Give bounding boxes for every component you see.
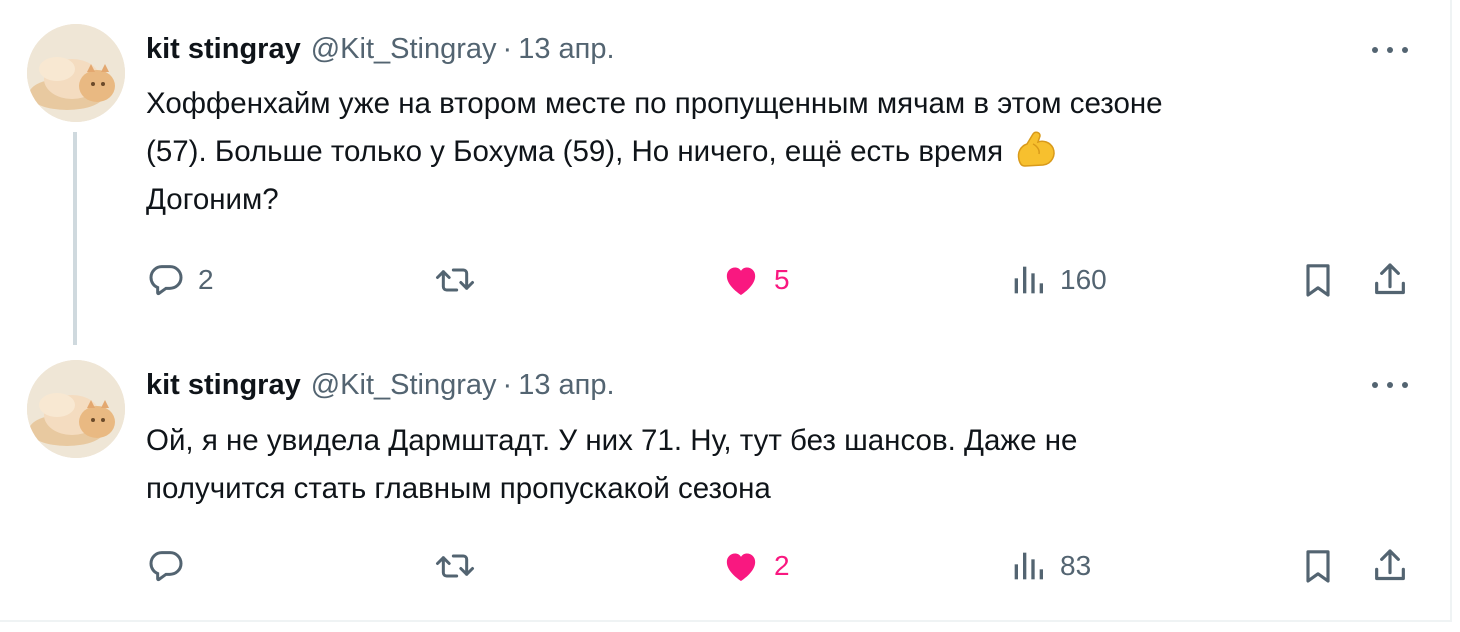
share-button[interactable] bbox=[1370, 541, 1410, 591]
bookmark-icon bbox=[1306, 550, 1330, 583]
bookmark-button[interactable] bbox=[1298, 541, 1338, 591]
tweet-actions: 2 83 bbox=[0, 541, 1452, 591]
more-dots-icon[interactable] bbox=[1372, 40, 1408, 60]
share-upload-icon bbox=[1375, 549, 1405, 581]
retweet-button[interactable] bbox=[432, 255, 490, 305]
author-handle[interactable]: @Kit_Stingray bbox=[311, 369, 497, 402]
retweet-arrows-icon bbox=[436, 554, 474, 578]
tweet-text-line: (57). Больше только у Бохума (59), Но ни… bbox=[146, 128, 1396, 176]
tweet-text: Хоффенхайм уже на втором месте по пропущ… bbox=[146, 80, 1396, 224]
like-count: 5 bbox=[774, 264, 790, 295]
tweet[interactable]: kit stingray @Kit_Stingray · 13 апр. Ой,… bbox=[0, 345, 1452, 621]
retweet-button[interactable] bbox=[432, 541, 490, 591]
tweet-header: kit stingray @Kit_Stingray · 13 апр. bbox=[146, 29, 615, 69]
thread-connector-line bbox=[73, 132, 77, 345]
tweet-text-segment: (57). Больше только у Бохума (59), Но ни… bbox=[146, 135, 1004, 168]
views-bar-chart-icon bbox=[1014, 552, 1043, 580]
tweet[interactable]: kit stingray @Kit_Stingray · 13 апр. Хоф… bbox=[0, 0, 1452, 345]
reply-button[interactable]: 2 bbox=[146, 255, 214, 305]
tweet-date[interactable]: 13 апр. bbox=[518, 33, 614, 66]
tweet-text-line: получится стать главным пропускакой сезо… bbox=[146, 472, 771, 505]
views-count: 160 bbox=[1060, 264, 1107, 295]
tweet-text: Ой, я не увидела Дармштадт. У них 71. Ну… bbox=[146, 417, 1396, 513]
like-button[interactable]: 2 bbox=[720, 541, 790, 591]
timeline-thread: kit stingray @Kit_Stingray · 13 апр. Хоф… bbox=[0, 0, 1452, 622]
avatar[interactable] bbox=[27, 24, 125, 122]
flexed-biceps-icon bbox=[1017, 131, 1055, 167]
cat-avatar-image bbox=[27, 360, 125, 458]
share-upload-icon bbox=[1375, 263, 1405, 295]
views-bar-chart-icon bbox=[1014, 266, 1043, 294]
avatar[interactable] bbox=[27, 360, 125, 458]
tweet-date[interactable]: 13 апр. bbox=[518, 369, 614, 402]
bookmark-icon bbox=[1306, 264, 1330, 297]
header-separator: · bbox=[502, 32, 513, 65]
views-button[interactable]: 83 bbox=[1008, 541, 1091, 591]
tweet-actions: 2 5 160 bbox=[0, 255, 1452, 305]
author-name[interactable]: kit stingray bbox=[146, 369, 301, 402]
reply-bubble-icon bbox=[149, 265, 183, 296]
heart-filled-icon bbox=[726, 267, 756, 295]
bookmark-button[interactable] bbox=[1298, 255, 1338, 305]
author-handle[interactable]: @Kit_Stingray bbox=[311, 33, 497, 66]
tweet-header: kit stingray @Kit_Stingray · 13 апр. bbox=[146, 365, 615, 405]
tweet-text-line: Ой, я не увидела Дармштадт. У них 71. Ну… bbox=[146, 424, 1078, 457]
cat-avatar-image bbox=[27, 24, 125, 122]
more-dots-icon[interactable] bbox=[1372, 375, 1408, 395]
like-button[interactable]: 5 bbox=[720, 255, 790, 305]
reply-bubble-icon bbox=[149, 551, 183, 582]
views-count: 83 bbox=[1060, 550, 1092, 581]
header-separator: · bbox=[502, 368, 513, 401]
author-name[interactable]: kit stingray bbox=[146, 33, 301, 66]
reply-count: 2 bbox=[198, 264, 214, 295]
tweet-text-line: Догоним? bbox=[146, 183, 279, 216]
share-button[interactable] bbox=[1370, 255, 1410, 305]
like-count: 2 bbox=[774, 550, 790, 581]
views-button[interactable]: 160 bbox=[1008, 255, 1107, 305]
heart-filled-icon bbox=[726, 553, 756, 581]
retweet-arrows-icon bbox=[436, 268, 474, 292]
tweet-text-line: Хоффенхайм уже на втором месте по пропущ… bbox=[146, 87, 1163, 120]
reply-button[interactable] bbox=[146, 541, 198, 591]
